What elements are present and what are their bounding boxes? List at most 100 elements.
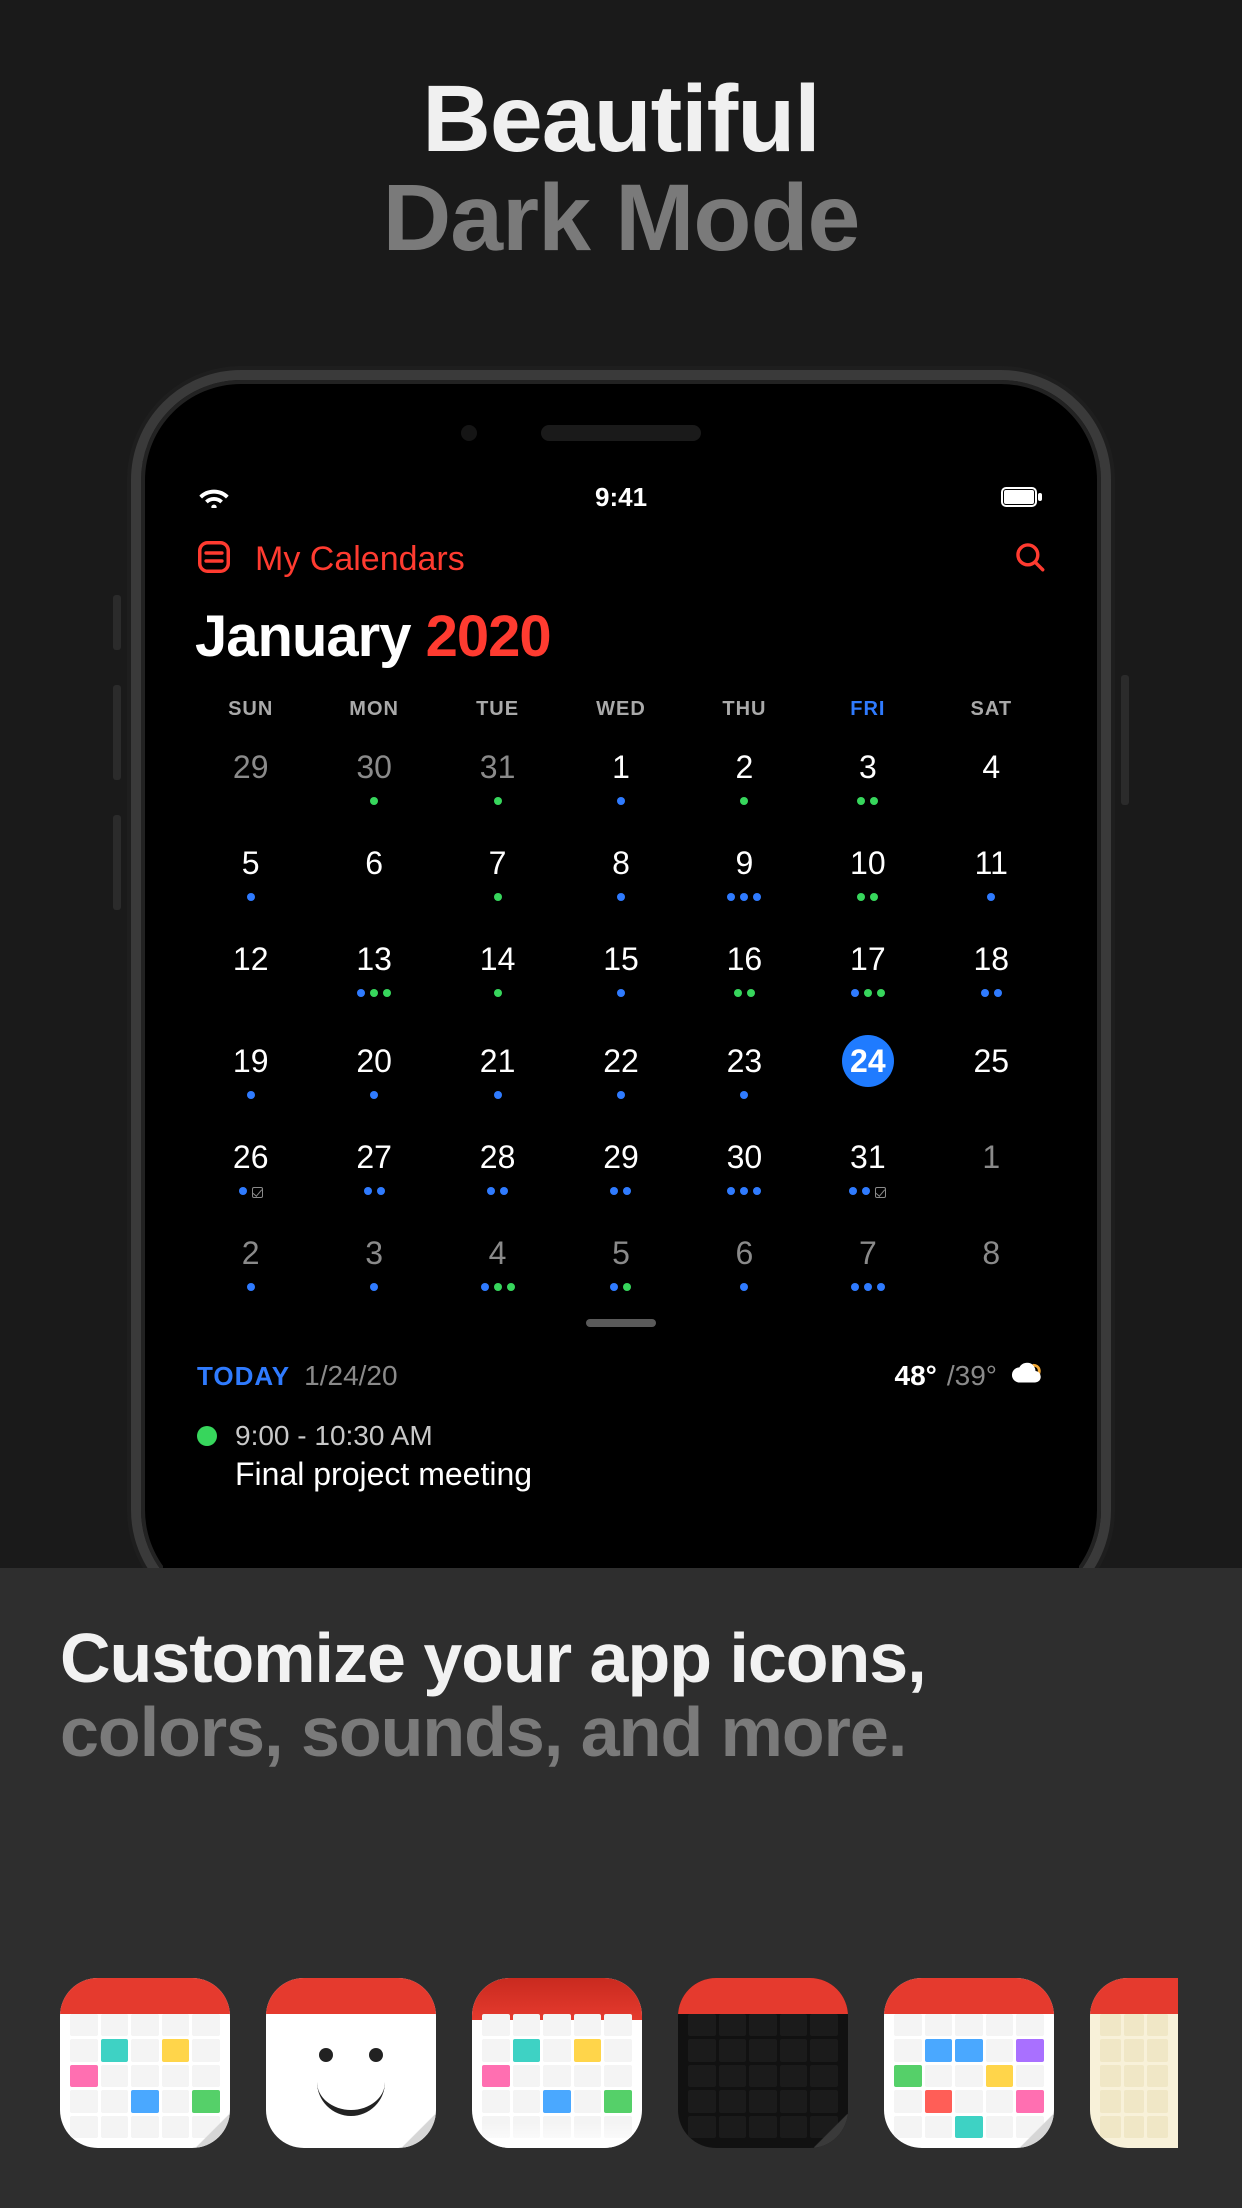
- month-title[interactable]: January 2020: [189, 589, 1053, 676]
- calendar-day[interactable]: 7: [806, 1217, 929, 1307]
- day-event-dots: [247, 1283, 255, 1293]
- calendar-day[interactable]: 1: [559, 731, 682, 821]
- month-name: January: [195, 604, 410, 669]
- hero-title: Beautiful Dark Mode: [0, 0, 1242, 273]
- calendar-day[interactable]: 31: [806, 1121, 929, 1211]
- weekday-thu: THU: [683, 698, 806, 721]
- calendar-day[interactable]: 22: [559, 1025, 682, 1115]
- app-icon-frosted[interactable]: [472, 1978, 642, 2148]
- day-number: 8: [965, 1227, 1017, 1279]
- event-time: 9:00 - 10:30 AM: [235, 1420, 532, 1452]
- today-date: 1/24/20: [304, 1360, 397, 1392]
- app-icon-face[interactable]: [266, 1978, 436, 2148]
- calendar-day[interactable]: 6: [312, 827, 435, 917]
- app-icon-classic[interactable]: [60, 1978, 230, 2148]
- calendar-day[interactable]: 25: [930, 1025, 1053, 1115]
- calendar-day[interactable]: 3: [806, 731, 929, 821]
- weekday-tue: TUE: [436, 698, 559, 721]
- calendar-day[interactable]: 29: [189, 731, 312, 821]
- day-number: 31: [472, 741, 524, 793]
- today-label: TODAY: [197, 1361, 290, 1392]
- day-number: 28: [472, 1131, 524, 1183]
- calendar-day[interactable]: 19: [189, 1025, 312, 1115]
- day-event-dots: [740, 1091, 748, 1101]
- calendar-day[interactable]: 1: [930, 1121, 1053, 1211]
- calendar-day[interactable]: 9: [683, 827, 806, 917]
- day-number: 13: [348, 933, 400, 985]
- day-event-dots: [851, 989, 885, 999]
- day-event-dots: [494, 893, 502, 903]
- day-event-dots: [981, 989, 1002, 999]
- calendar-day[interactable]: 15: [559, 923, 682, 1013]
- calendar-day[interactable]: 16: [683, 923, 806, 1013]
- app-icon-dark[interactable]: [678, 1978, 848, 2148]
- calendars-menu-icon[interactable]: [195, 538, 233, 581]
- weather-summary[interactable]: 48°/39°: [895, 1357, 1045, 1394]
- day-event-dots: [370, 797, 378, 807]
- day-number: 29: [595, 1131, 647, 1183]
- day-event-dots: [494, 797, 502, 807]
- calendar-day[interactable]: 5: [189, 827, 312, 917]
- calendar-day[interactable]: 8: [930, 1217, 1053, 1307]
- calendar-day[interactable]: 2: [683, 731, 806, 821]
- calendar-day[interactable]: 10: [806, 827, 929, 917]
- calendar-day[interactable]: 12: [189, 923, 312, 1013]
- calendar-day[interactable]: 17: [806, 923, 929, 1013]
- calendar-day[interactable]: 18: [930, 923, 1053, 1013]
- day-event-dots: [734, 989, 755, 999]
- day-number: 4: [472, 1227, 524, 1279]
- calendar-day[interactable]: 30: [312, 731, 435, 821]
- calendar-day[interactable]: 28: [436, 1121, 559, 1211]
- day-number: 7: [842, 1227, 894, 1279]
- calendar-day[interactable]: 4: [436, 1217, 559, 1307]
- day-number: 30: [348, 741, 400, 793]
- app-icon-sepia[interactable]: [1090, 1978, 1178, 2148]
- battery-icon: [1001, 487, 1043, 507]
- calendar-day[interactable]: 26: [189, 1121, 312, 1211]
- day-number: 6: [718, 1227, 770, 1279]
- day-event-dots: [247, 893, 255, 903]
- phone-camera-dot: [461, 425, 477, 441]
- weekday-wed: WED: [559, 698, 682, 721]
- calendar-day[interactable]: 7: [436, 827, 559, 917]
- day-event-dots: [239, 1187, 263, 1197]
- nav-title[interactable]: My Calendars: [255, 540, 465, 579]
- event-row[interactable]: 9:00 - 10:30 AM Final project meeting: [189, 1404, 1053, 1493]
- calendar-day[interactable]: 27: [312, 1121, 435, 1211]
- day-number: 16: [718, 933, 770, 985]
- day-number: 5: [225, 837, 277, 889]
- day-event-dots: [727, 1187, 761, 1197]
- search-icon[interactable]: [1013, 540, 1047, 579]
- calendar-day[interactable]: 24: [806, 1025, 929, 1115]
- month-year: 2020: [426, 604, 551, 669]
- day-number: 29: [225, 741, 277, 793]
- calendar-day[interactable]: 4: [930, 731, 1053, 821]
- weather-icon: [1007, 1357, 1045, 1394]
- day-number: 22: [595, 1035, 647, 1087]
- day-event-dots: [247, 1091, 255, 1101]
- calendar-day[interactable]: 3: [312, 1217, 435, 1307]
- calendar-day[interactable]: 8: [559, 827, 682, 917]
- phone-frame: 9:41 My Calendars January 2020: [131, 370, 1111, 1620]
- calendar-day[interactable]: 30: [683, 1121, 806, 1211]
- drawer-handle[interactable]: [586, 1319, 656, 1327]
- calendar-day[interactable]: 14: [436, 923, 559, 1013]
- calendar-day[interactable]: 6: [683, 1217, 806, 1307]
- calendar-day[interactable]: 2: [189, 1217, 312, 1307]
- app-icon-bright[interactable]: [884, 1978, 1054, 2148]
- calendar-day[interactable]: 31: [436, 731, 559, 821]
- calendar-day[interactable]: 23: [683, 1025, 806, 1115]
- calendar-day[interactable]: 5: [559, 1217, 682, 1307]
- status-time: 9:41: [595, 482, 647, 513]
- day-event-dots: [617, 797, 625, 807]
- promo-line1: Customize your app icons,: [60, 1618, 1182, 1698]
- day-number: 19: [225, 1035, 277, 1087]
- day-number: 31: [842, 1131, 894, 1183]
- calendar-day[interactable]: 21: [436, 1025, 559, 1115]
- day-number: 3: [348, 1227, 400, 1279]
- calendar-day[interactable]: 13: [312, 923, 435, 1013]
- calendar-day[interactable]: 11: [930, 827, 1053, 917]
- app-icon-scroller[interactable]: [60, 1978, 1242, 2148]
- calendar-day[interactable]: 20: [312, 1025, 435, 1115]
- calendar-day[interactable]: 29: [559, 1121, 682, 1211]
